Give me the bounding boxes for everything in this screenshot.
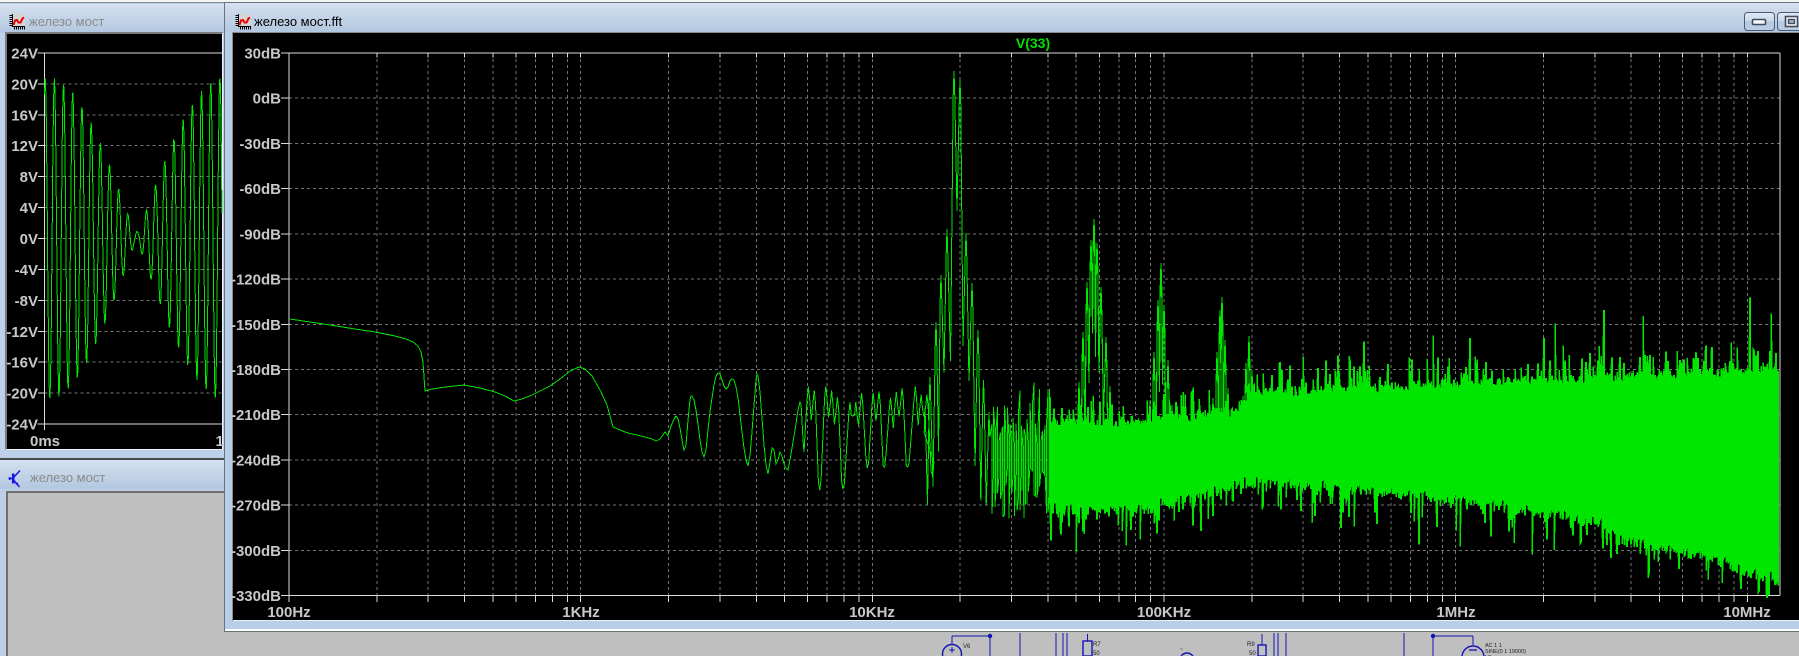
svg-text:30dB: 30dB [244,46,281,63]
svg-text:1MHz: 1MHz [1436,604,1475,621]
svg-text:0dB: 0dB [253,91,282,108]
svg-text:10MHz: 10MHz [1723,604,1771,621]
svg-text:-300dB: -300dB [231,543,281,560]
svg-text:-90dB: -90dB [239,226,281,243]
svg-text:-180dB: -180dB [231,362,281,379]
svg-text:100Hz: 100Hz [267,604,310,621]
svg-text:V(33): V(33) [1016,35,1050,51]
svg-text:-150dB: -150dB [231,317,281,334]
svg-text:-120dB: -120dB [231,272,281,289]
svg-text:-210dB: -210dB [231,407,281,424]
svg-text:-60dB: -60dB [239,181,281,198]
svg-text:-30dB: -30dB [239,136,281,153]
svg-text:100KHz: 100KHz [1137,604,1191,621]
svg-text:-330dB: -330dB [231,588,281,605]
svg-text:1KHz: 1KHz [562,604,600,621]
svg-text:-240dB: -240dB [231,452,281,469]
svg-text:10KHz: 10KHz [849,604,895,621]
svg-text:-270dB: -270dB [231,498,281,515]
